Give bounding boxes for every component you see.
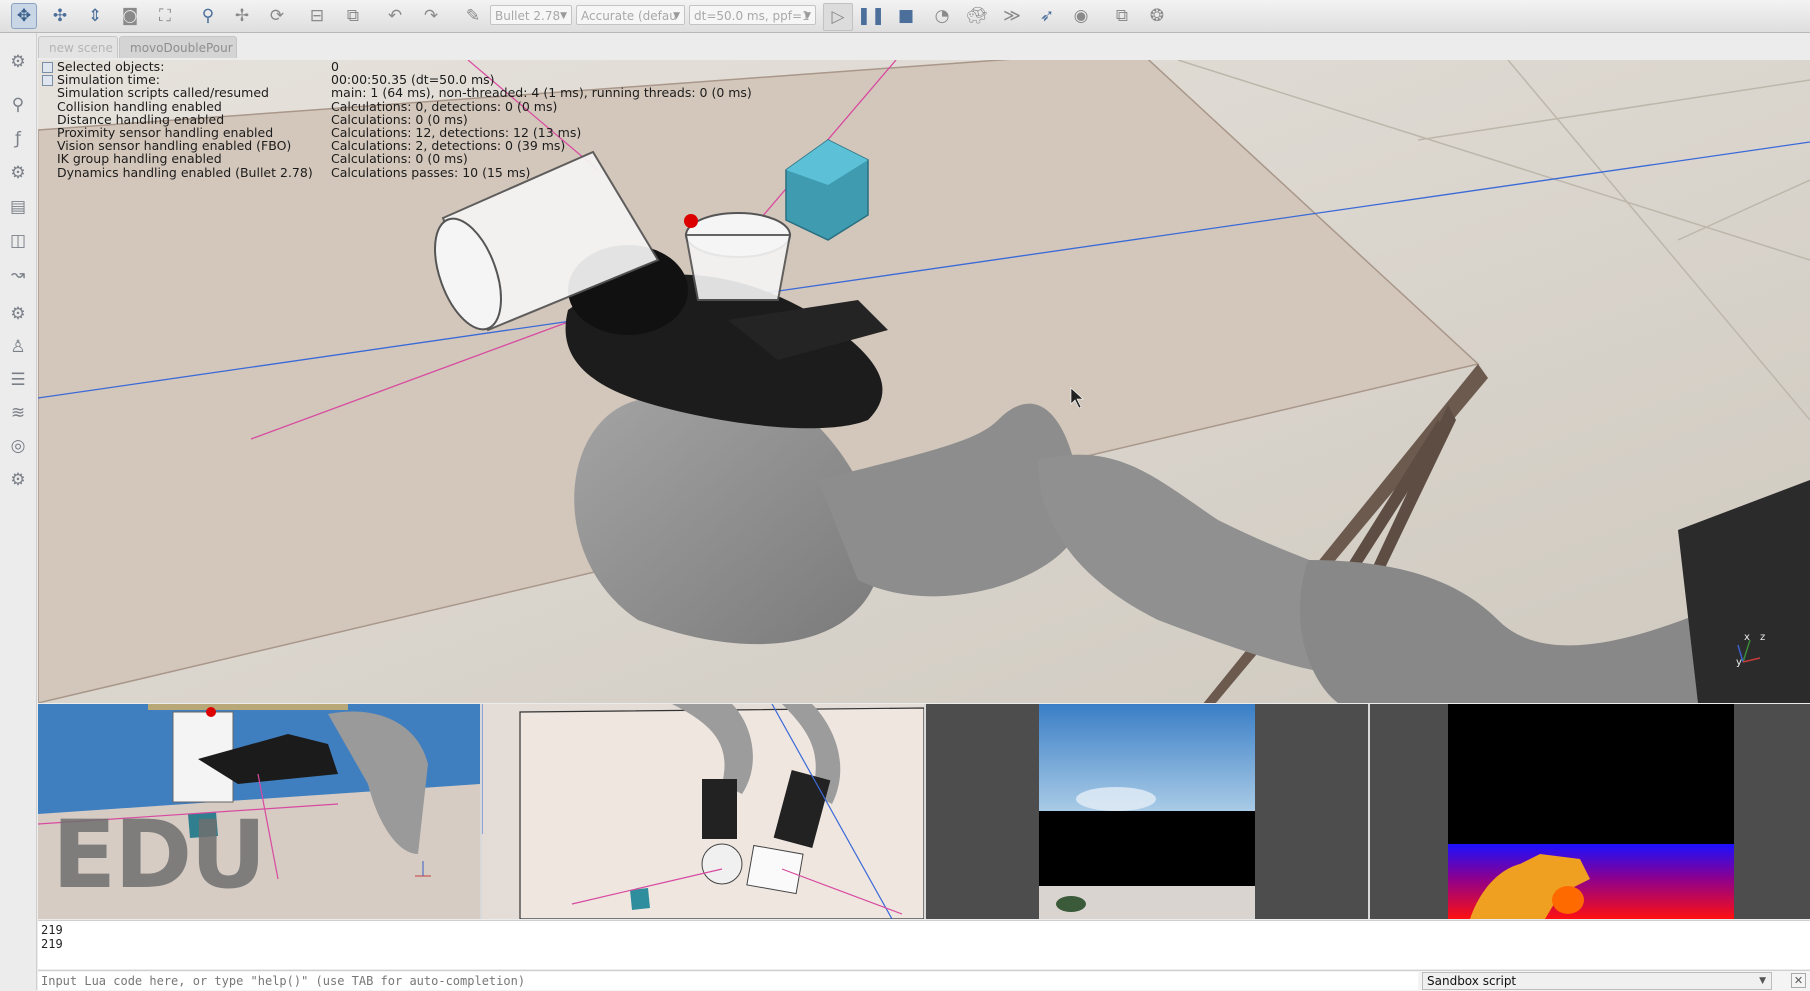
info-label: IK group handling enabled (57, 151, 222, 167)
timestep-select[interactable]: dt=50.0 ms, ppf=1 ▼ (689, 5, 816, 25)
object-select-icon[interactable]: ⚲ (195, 3, 221, 29)
axis-label-x: x (1744, 632, 1750, 643)
path-edit-icon[interactable]: ↝ (5, 262, 31, 288)
floating-view-side-camera[interactable]: EDU (38, 704, 480, 919)
slow-down-icon[interactable]: 🐢︎ (964, 3, 990, 29)
video-recorder-icon[interactable]: ◎ (5, 433, 31, 459)
object-properties-icon[interactable]: ⚙ (5, 160, 31, 186)
dynamics-engine-icon[interactable]: ✎ (460, 3, 486, 29)
scene-render (38, 60, 1810, 703)
vision-rgb-render (926, 704, 1368, 919)
close-icon[interactable]: ✕ (1791, 973, 1806, 988)
left-toolbar: ⚙ ⚲ ƒ ⚙ ▤ ◫ ↝ ⚙ ♙ ☰ ≋ ◎ ⚙ (0, 33, 37, 990)
vision-depth-render (1370, 704, 1810, 919)
user-settings-icon[interactable]: ⚙ (5, 49, 31, 75)
status-console[interactable]: 219 219 (38, 920, 1810, 969)
camera-opening-angle-icon[interactable]: ◙ (117, 3, 143, 29)
real-time-icon[interactable]: ◔ (929, 3, 955, 29)
axis-label-z: z (1760, 632, 1766, 643)
layers-icon[interactable]: ≋ (5, 400, 31, 426)
tab-new-scene[interactable]: new scene (38, 36, 118, 58)
console-line: 219 (41, 937, 63, 951)
scene-selector-icon[interactable]: ❂ (1144, 3, 1170, 29)
axis-label-y: y (1736, 657, 1742, 668)
edu-watermark: EDU (52, 801, 267, 910)
chevron-down-icon: ▼ (1759, 976, 1766, 986)
chevron-down-icon: ▼ (804, 11, 811, 21)
info-toggle-checkbox[interactable] (42, 75, 53, 87)
camera-rotate-icon[interactable]: ✣ (47, 3, 73, 29)
tab-movo-double-pour[interactable]: movoDoublePour (119, 36, 237, 58)
camera-pan-icon[interactable]: ✥ (11, 3, 37, 29)
main-3d-viewport[interactable]: x z y Selected objects: 0 Simulation tim… (38, 60, 1810, 703)
assemble-icon[interactable]: ⊟ (304, 3, 330, 29)
chevron-down-icon: ▼ (560, 11, 567, 21)
object-move-icon[interactable]: ✢ (229, 3, 255, 29)
camera-shift-icon[interactable]: ⇕ (82, 3, 108, 29)
floating-views-strip: EDU (38, 704, 1810, 919)
accuracy-value: Accurate (defau (581, 9, 677, 23)
console-line: 219 (41, 923, 63, 937)
info-value: Calculations passes: 10 (15 ms) (331, 164, 531, 180)
fit-to-view-icon[interactable]: ⛶ (152, 3, 178, 29)
floating-view-vision-sensor-rgb[interactable] (926, 704, 1368, 919)
info-value: Calculations: 0 (0 ms) (331, 111, 468, 127)
speed-up-icon[interactable]: ≫ (999, 3, 1025, 29)
info-label: Distance handling enabled (57, 111, 225, 127)
info-label: Simulation scripts called/resumed (57, 85, 269, 101)
main-toolbar: ✥ ✣ ⇕ ◙ ⛶ ⚲ ✢ ⟳ ⊟ ⧉ ↶ ↷ ✎ Bullet 2.78 ▼ A… (0, 0, 1810, 33)
transfer-dna-icon[interactable]: ⧉ (340, 3, 366, 29)
info-toggle-checkbox[interactable] (42, 62, 53, 73)
physics-engine-select[interactable]: Bullet 2.78 ▼ (490, 5, 572, 25)
info-value: Calculations: 0 (0 ms) (331, 151, 468, 167)
pause-icon[interactable]: ❚❚ (857, 3, 886, 29)
selection-icon[interactable]: ⚙ (5, 301, 31, 327)
info-label: Dynamics handling enabled (Bullet 2.78) (57, 164, 313, 180)
timestep-value: dt=50.0 ms, ppf=1 (694, 9, 810, 23)
ik-icon[interactable]: ♙ (5, 334, 31, 360)
script-selector-dropdown[interactable]: Sandbox script ▼ (1422, 972, 1772, 990)
script-selector-value: Sandbox script (1427, 974, 1517, 988)
chevron-down-icon: ▼ (673, 11, 680, 21)
physics-engine-value: Bullet 2.78 (495, 9, 561, 23)
lua-command-input[interactable] (38, 972, 1418, 990)
floating-view-vision-sensor-depth[interactable] (1370, 704, 1810, 919)
stop-icon[interactable]: ■ (893, 3, 919, 29)
undo-icon[interactable]: ↶ (382, 3, 408, 29)
visualization-toggle-icon[interactable]: ◉ (1068, 3, 1094, 29)
model-browser-icon[interactable]: ◫ (5, 228, 31, 254)
info-label: Collision handling enabled (57, 98, 222, 114)
play-icon[interactable]: ▷ (823, 3, 853, 31)
top-camera-render (482, 704, 924, 919)
page-selector-icon[interactable]: ⧉ (1109, 3, 1135, 29)
object-rotate-icon[interactable]: ⟳ (264, 3, 290, 29)
scene-hierarchy-icon[interactable]: ▤ (5, 194, 31, 220)
thread-rendering-icon[interactable]: ➶ (1034, 3, 1060, 29)
settings-icon[interactable]: ⚙ (5, 467, 31, 493)
accuracy-select[interactable]: Accurate (defau ▼ (576, 5, 685, 25)
redo-icon[interactable]: ↷ (418, 3, 444, 29)
calculation-modules-icon[interactable]: ƒ (5, 126, 31, 152)
lua-command-bar: Sandbox script ▼ ✕ (38, 970, 1810, 991)
zoom-icon[interactable]: ⚲ (5, 92, 31, 118)
info-value: Calculations: 0, detections: 0 (0 ms) (331, 98, 558, 114)
info-value: main: 1 (64 ms), non-threaded: 4 (1 ms),… (331, 85, 752, 101)
hierarchy-icon[interactable]: ☰ (5, 367, 31, 393)
floating-view-top-camera[interactable] (482, 704, 924, 919)
